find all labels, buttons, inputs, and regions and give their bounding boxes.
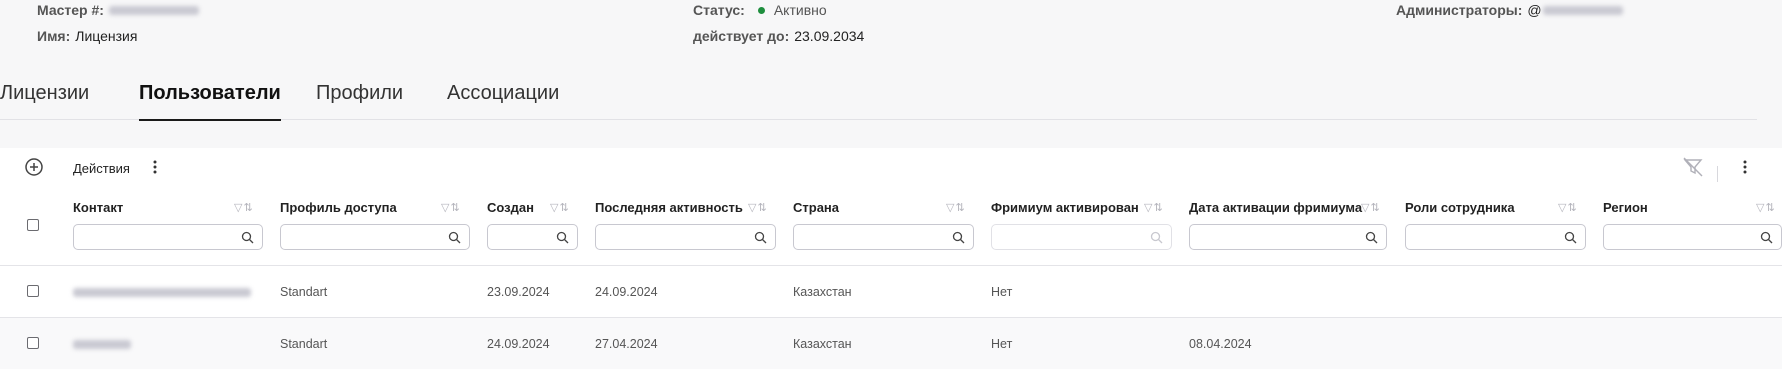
tab-profiles[interactable]: Профили — [316, 82, 403, 120]
admins-label: Администраторы: — [1396, 2, 1523, 18]
contact-filter-input[interactable] — [73, 224, 263, 250]
table-row[interactable]: Standart 24.09.2024 27.04.2024 Казахстан… — [0, 317, 1782, 369]
cell-last-activity: 27.04.2024 — [595, 337, 658, 351]
filter-sort-icon[interactable]: ▽⇅ — [1756, 201, 1776, 214]
column-header-employee-roles[interactable]: Роли сотрудника — [1405, 200, 1515, 215]
cell-last-activity: 24.09.2024 — [595, 285, 658, 299]
cell-freemium-activated: Нет — [991, 337, 1013, 351]
tab-licenses[interactable]: Лицензии — [0, 82, 89, 120]
filter-sort-icon[interactable]: ▽⇅ — [1558, 201, 1578, 214]
search-icon — [1365, 231, 1378, 244]
filter-sort-icon[interactable]: ▽⇅ — [946, 201, 966, 214]
search-icon — [556, 231, 569, 244]
filter-sort-icon[interactable]: ▽⇅ — [1361, 201, 1381, 214]
valid-label: действует до: — [693, 28, 790, 44]
tab-associations[interactable]: Ассоциации — [447, 82, 559, 120]
access-profile-filter-input[interactable] — [280, 224, 470, 250]
cell-country: Казахстан — [793, 285, 852, 299]
cell-country: Казахстан — [793, 337, 852, 351]
toolbar-divider — [1717, 166, 1718, 182]
search-icon — [1760, 231, 1773, 244]
column-header-freemium-activated[interactable]: Фримиум активирован — [991, 200, 1139, 215]
cell-freemium-activated: Нет — [991, 285, 1013, 299]
table-row[interactable]: Standart 23.09.2024 24.09.2024 Казахстан… — [0, 265, 1782, 317]
plus-circle-icon[interactable] — [24, 157, 44, 182]
master-value-redacted — [108, 5, 199, 15]
filter-sort-icon[interactable]: ▽⇅ — [234, 201, 254, 214]
column-header-country[interactable]: Страна — [793, 200, 839, 215]
search-icon — [952, 231, 965, 244]
valid-value: 23.09.2034 — [794, 28, 865, 44]
search-icon — [754, 231, 767, 244]
master-label: Мастер #: — [37, 2, 104, 18]
country-filter-input[interactable] — [793, 224, 974, 250]
contact-redacted[interactable] — [73, 340, 131, 349]
valid-info: действует до: 23.09.2034 — [693, 28, 864, 44]
admins-value-redacted — [1542, 5, 1623, 15]
cell-access-profile: Standart — [280, 285, 328, 299]
column-header-access-profile[interactable]: Профиль доступа — [280, 200, 397, 215]
status-dot-icon — [757, 6, 765, 14]
filter-sort-icon[interactable]: ▽⇅ — [550, 201, 570, 214]
admins-prefix: @ — [1527, 2, 1542, 18]
column-header-contact[interactable]: Контакт — [73, 200, 123, 215]
select-all-checkbox[interactable] — [27, 219, 39, 231]
row-checkbox[interactable] — [27, 337, 39, 349]
column-header-freemium-date[interactable]: Дата активации фримиума — [1189, 200, 1362, 215]
freemium-date-filter-input[interactable] — [1189, 224, 1387, 250]
column-header-created[interactable]: Создан — [487, 200, 534, 215]
filter-sort-icon[interactable]: ▽⇅ — [748, 201, 768, 214]
master-info: Мастер #: — [37, 2, 199, 18]
cell-freemium-date: 08.04.2024 — [1189, 337, 1252, 351]
name-label: Имя: — [37, 28, 71, 44]
users-table-panel: Действия Контакт Профиль доступа Создан … — [0, 148, 1782, 370]
region-filter-input[interactable] — [1603, 224, 1782, 250]
column-header-region[interactable]: Регион — [1603, 200, 1648, 215]
contact-redacted[interactable] — [73, 288, 251, 297]
employee-roles-filter-input[interactable] — [1405, 224, 1586, 250]
search-icon — [1564, 231, 1577, 244]
filter-clear-icon[interactable] — [1682, 157, 1704, 182]
status-value: Активно — [773, 2, 827, 18]
filter-sort-icon[interactable]: ▽⇅ — [441, 201, 461, 214]
created-filter-input[interactable] — [487, 224, 578, 250]
filter-sort-icon[interactable]: ▽⇅ — [1144, 201, 1164, 214]
more-vertical-icon[interactable] — [151, 159, 159, 180]
column-header-last-activity[interactable]: Последняя активность — [595, 200, 743, 215]
actions-button[interactable]: Действия — [73, 161, 130, 176]
status-label: Статус: — [693, 2, 745, 18]
name-info: Имя: Лицензия — [37, 28, 137, 44]
status-info: Статус: Активно — [693, 2, 827, 18]
cell-created: 24.09.2024 — [487, 337, 550, 351]
cell-access-profile: Standart — [280, 337, 328, 351]
search-icon — [448, 231, 461, 244]
search-icon — [1150, 231, 1163, 244]
search-icon — [241, 231, 254, 244]
tab-bar: Лицензии Пользователи Профили Ассоциации — [0, 74, 1757, 121]
freemium-filter-input — [991, 224, 1172, 250]
name-value: Лицензия — [75, 28, 138, 44]
more-vertical-icon[interactable] — [1741, 159, 1749, 180]
tab-users[interactable]: Пользователи — [139, 82, 281, 121]
cell-created: 23.09.2024 — [487, 285, 550, 299]
row-checkbox[interactable] — [27, 285, 39, 297]
last-activity-filter-input[interactable] — [595, 224, 776, 250]
admins-info: Администраторы: @ — [1396, 2, 1623, 18]
